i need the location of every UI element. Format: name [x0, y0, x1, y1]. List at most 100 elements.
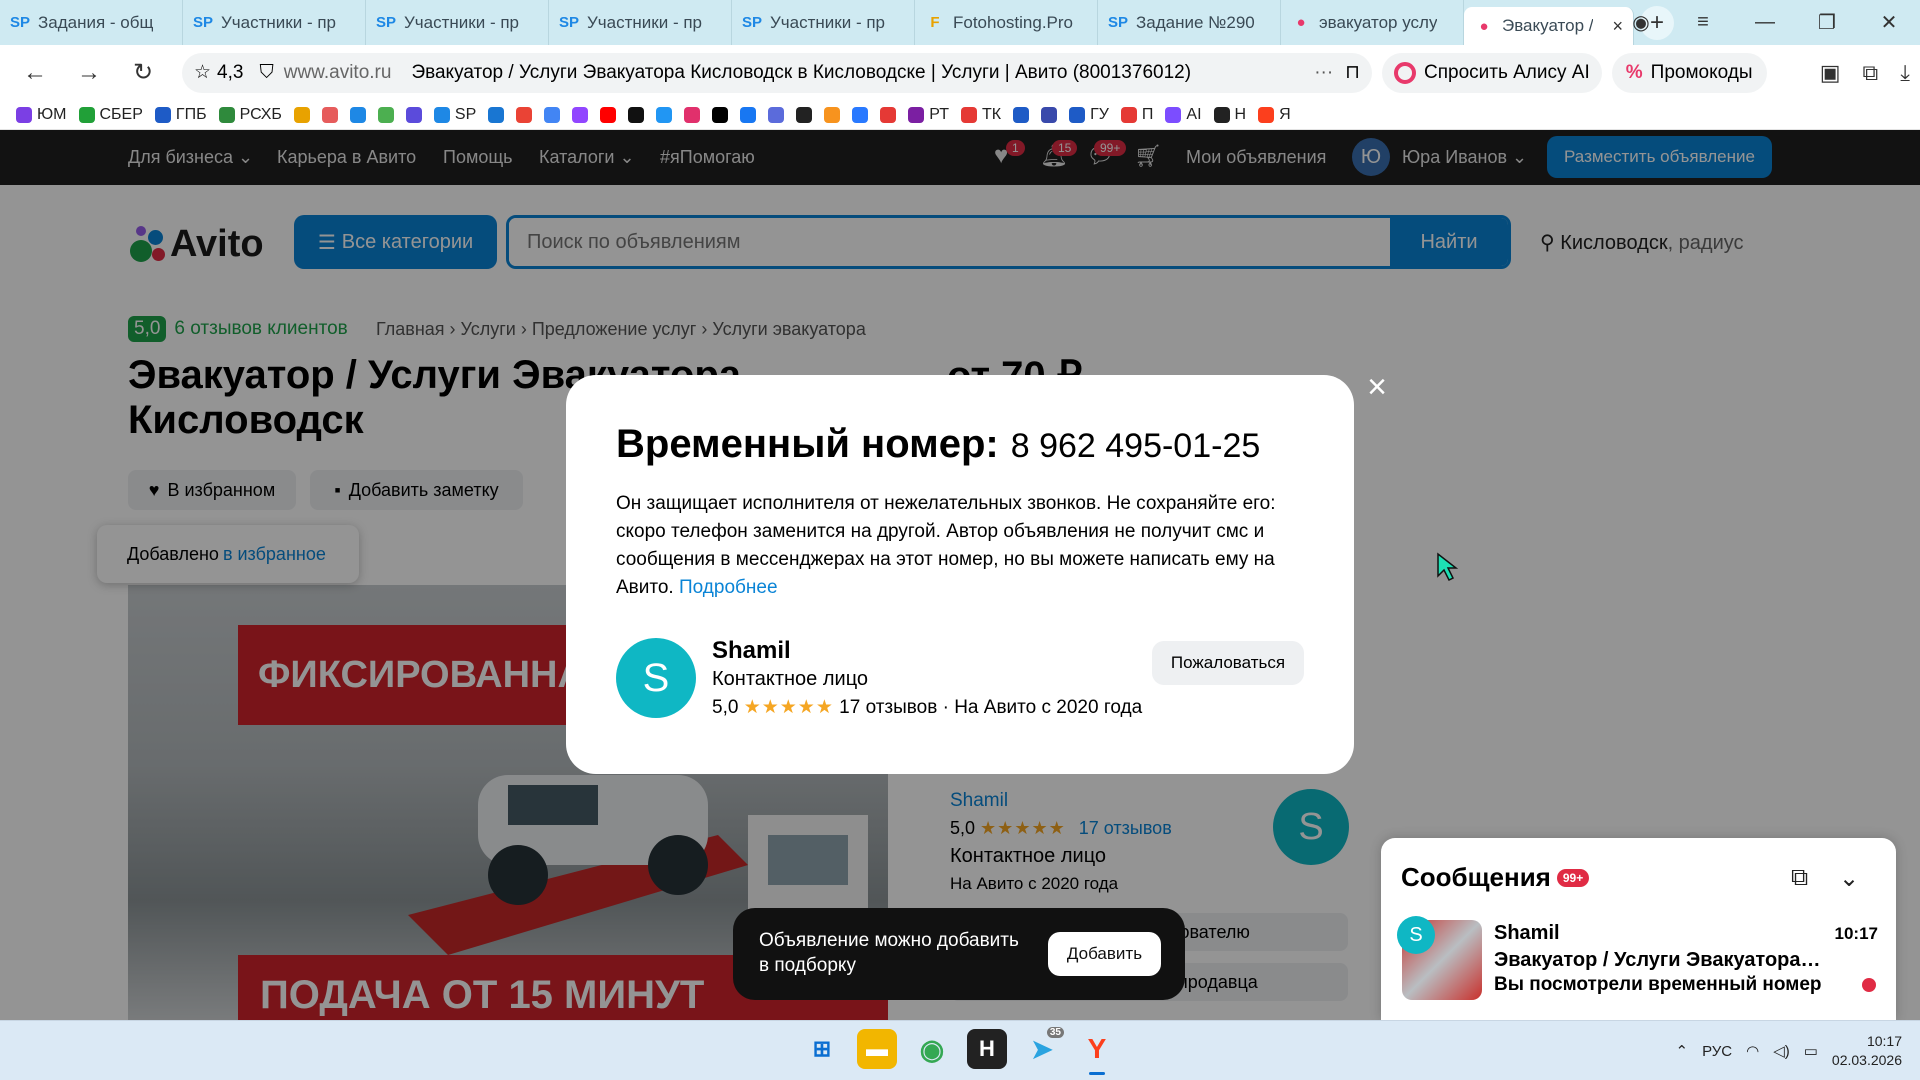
bookmark-item[interactable] — [740, 106, 757, 123]
close-icon[interactable]: × — [1362, 368, 1392, 406]
browser-tab[interactable]: SP Участники - пр — [366, 0, 549, 45]
browser-tab[interactable]: SP Задание №290 — [1098, 0, 1281, 45]
bookmark-item[interactable]: ГУ — [1069, 106, 1109, 124]
minimize-icon[interactable]: — — [1734, 11, 1796, 34]
browser-tab[interactable]: SP Участники - пр — [732, 0, 915, 45]
bookmark-item[interactable] — [349, 106, 366, 123]
more-icon[interactable]: ··· — [1314, 62, 1333, 84]
bookmark-icon[interactable]: ⊓ — [1345, 61, 1360, 84]
bookmark-item[interactable] — [1013, 106, 1030, 123]
windows-start-icon[interactable]: ⊞ — [802, 1029, 842, 1069]
bookmark-item[interactable]: Я — [1258, 106, 1291, 124]
more-link[interactable]: Подробнее — [679, 577, 778, 598]
modal-seller-avatar[interactable]: S — [616, 638, 696, 718]
bookmark-item[interactable]: СБЕР — [78, 106, 143, 124]
chevron-up-icon[interactable]: ⌃ — [1675, 1042, 1688, 1060]
extensions-icon[interactable]: ⧉ — [1863, 60, 1879, 86]
bookmark-label: РСХБ — [239, 105, 282, 123]
add-to-compilation-button[interactable]: Добавить — [1048, 932, 1161, 976]
open-external-icon[interactable]: ⧉ — [1791, 864, 1808, 892]
bookmark-item[interactable]: ГПБ — [154, 105, 207, 124]
bookmark-item[interactable] — [405, 106, 422, 123]
tab-label: Fotohosting.Pro — [953, 12, 1074, 32]
message-sender[interactable]: Shamil — [1494, 922, 1560, 945]
browser-app-icon[interactable]: ◉ — [912, 1029, 952, 1069]
bookmark-item[interactable] — [488, 106, 505, 123]
promo-label: Промокоды — [1650, 61, 1753, 83]
bookmark-item[interactable]: ТК — [960, 105, 1002, 124]
menu-icon[interactable]: ≡ — [1672, 11, 1734, 34]
browser-tab[interactable]: SP Участники - пр — [549, 0, 732, 45]
browser-tab[interactable]: SP Участники - пр — [183, 0, 366, 45]
download-icon[interactable]: ⤓ — [1900, 60, 1910, 86]
bookmark-favicon-icon — [349, 106, 366, 123]
modal-title-text: Временный номер: — [616, 422, 999, 466]
url-field[interactable]: ☆ 4,3 ⛉ www.avito.ru Эвакуатор / Услуги … — [182, 52, 1372, 93]
bookmark-item[interactable] — [321, 106, 338, 123]
bookmark-item[interactable]: ЮМ — [16, 106, 67, 124]
system-tray: ⌃ РУС ◠ ◁) ▭ 10:17 02.03.2026 — [1675, 1021, 1902, 1080]
modal-description: Он защищает исполнителя от нежелательных… — [616, 490, 1316, 602]
bookmark-label: ТК — [981, 105, 1002, 123]
language-indicator[interactable]: РУС — [1702, 1043, 1732, 1060]
bookmark-item[interactable]: П — [1120, 106, 1153, 124]
bookmark-item[interactable] — [544, 106, 561, 123]
bookmark-label: ГПБ — [175, 105, 207, 123]
report-button[interactable]: Пожаловаться — [1152, 641, 1304, 685]
bookmark-item[interactable] — [516, 106, 533, 123]
message-time: 10:17 — [1834, 924, 1878, 943]
bookmark-item[interactable]: SP — [433, 106, 476, 124]
bookmark-item[interactable]: РТ — [908, 106, 949, 124]
message-subject[interactable]: Эвакуатор / Услуги Эвакуатора Кисловодск… — [1494, 947, 1824, 972]
bookmark-item[interactable] — [600, 106, 617, 123]
bookmark-favicon-icon — [488, 106, 505, 123]
message-preview[interactable]: Вы посмотрели временный номер — [1494, 974, 1824, 996]
volume-icon[interactable]: ◁) — [1773, 1042, 1790, 1060]
bookmark-item[interactable]: Н — [1213, 106, 1246, 124]
restore-icon[interactable]: ❐ — [1796, 10, 1858, 35]
back-icon[interactable]: ← — [14, 52, 56, 94]
star-icon[interactable]: ☆ — [194, 61, 211, 84]
promo-button[interactable]: % Промокоды — [1611, 52, 1767, 93]
bookmark-item[interactable] — [852, 106, 869, 123]
close-window-icon[interactable]: ✕ — [1858, 10, 1920, 35]
wifi-icon[interactable]: ◠ — [1746, 1042, 1759, 1060]
bookmark-item[interactable] — [824, 106, 841, 123]
alice-button[interactable]: Спросить Алису AI — [1382, 52, 1602, 93]
browser-tab[interactable]: ● Эвакуатор / × — [1464, 7, 1634, 45]
bookmark-item[interactable] — [377, 106, 394, 123]
telegram-icon[interactable]: ➤ 35 — [1022, 1027, 1064, 1069]
chevron-down-icon[interactable]: ⌄ — [1839, 864, 1859, 893]
forward-icon[interactable]: → — [68, 52, 110, 94]
browser-tab[interactable]: SP Задания - общ — [0, 0, 183, 45]
bookmark-item[interactable] — [796, 106, 813, 123]
modal-seller-name[interactable]: Shamil — [712, 637, 791, 665]
messages-panel: Сообщения 99+ ⧉ ⌄ S Shamil 10:17 Эвакуат… — [1381, 838, 1896, 1020]
bookmark-favicon-icon — [154, 106, 171, 123]
browser-tab[interactable]: ● эвакуатор услу — [1281, 0, 1464, 45]
image-icon[interactable]: ▣ — [1820, 60, 1841, 86]
bookmark-item[interactable] — [628, 106, 645, 123]
bookmark-favicon-icon — [628, 106, 645, 123]
bookmark-item[interactable] — [572, 106, 589, 123]
bookmark-item[interactable] — [684, 106, 701, 123]
phone-number: 8 962 495-01-25 — [1010, 427, 1261, 465]
bookmark-item[interactable] — [712, 106, 729, 123]
tab-favicon-icon: SP — [1108, 14, 1129, 31]
browser-tab[interactable]: F Fotohosting.Pro — [915, 0, 1098, 45]
profile-icon[interactable]: ◉ — [1610, 10, 1672, 35]
battery-icon[interactable]: ▭ — [1804, 1042, 1818, 1060]
bookmark-item[interactable] — [768, 106, 785, 123]
h-app-icon[interactable]: H — [967, 1029, 1007, 1069]
clock[interactable]: 10:17 02.03.2026 — [1832, 1032, 1902, 1070]
yandex-browser-icon[interactable]: Y — [1077, 1029, 1117, 1075]
file-explorer-icon[interactable]: ▬ — [857, 1029, 897, 1069]
bookmark-item[interactable] — [293, 106, 310, 123]
bookmark-item[interactable]: AI — [1165, 106, 1202, 124]
bookmark-item[interactable] — [656, 106, 673, 123]
bookmark-item[interactable]: РСХБ — [218, 105, 282, 124]
shield-icon[interactable]: ⛉ — [259, 62, 273, 84]
bookmark-item[interactable] — [880, 106, 897, 123]
reload-icon[interactable]: ↻ — [122, 52, 164, 94]
bookmark-item[interactable] — [1041, 106, 1058, 123]
